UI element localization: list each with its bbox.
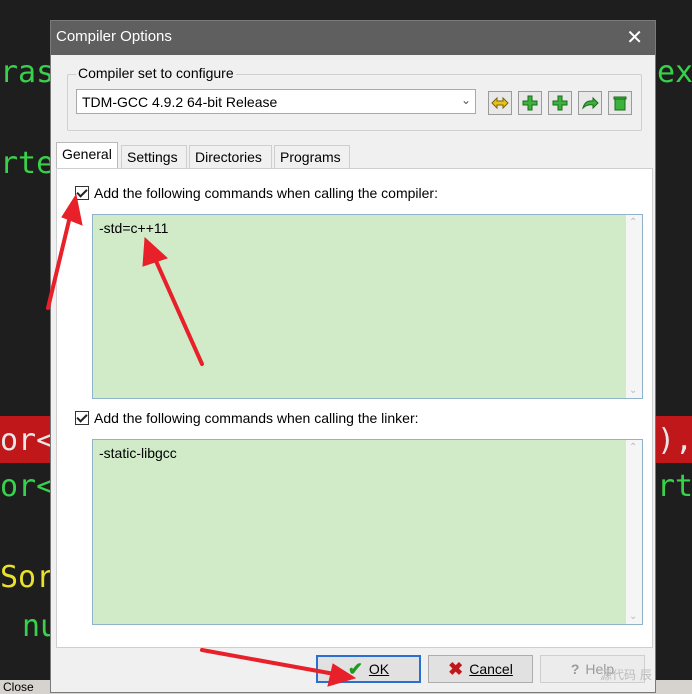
code-fragment: ex (657, 55, 692, 90)
rename-compiler-set-icon[interactable] (488, 91, 512, 115)
linker-cmds-text: -static-libgcc (99, 445, 177, 461)
x-icon: ✖ (448, 658, 464, 679)
add-compiler-set-icon[interactable] (518, 91, 542, 115)
chevron-up-icon[interactable]: ⌃ (629, 442, 637, 453)
cancel-label: Cancel (469, 661, 513, 677)
close-icon[interactable]: ✕ (626, 25, 643, 49)
ok-label: OK (368, 661, 390, 677)
compiler-cmds-checkbox-row[interactable]: Add the following commands when calling … (75, 184, 438, 202)
delete-compiler-set-icon[interactable] (608, 91, 632, 115)
compiler-cmds-textarea[interactable]: -std=c++11 ⌃ ⌄ (92, 214, 643, 399)
help-icon: ? (570, 661, 580, 677)
linker-cmds-textarea[interactable]: -static-libgcc ⌃ ⌄ (92, 439, 643, 625)
code-fragment: or< (0, 469, 55, 504)
redo-compiler-icon[interactable] (578, 91, 602, 115)
compiler-set-value: TDM-GCC 4.9.2 64-bit Release (82, 94, 278, 110)
compiler-cmds-label: Add the following commands when calling … (94, 185, 438, 201)
cancel-button[interactable]: ✖ Cancel (428, 655, 533, 683)
linker-cmds-checkbox[interactable] (75, 411, 89, 425)
compiler-cmds-checkbox[interactable] (75, 186, 89, 200)
code-fragment: Sor (0, 560, 55, 595)
chevron-down-icon[interactable]: ⌄ (629, 611, 637, 622)
ok-button[interactable]: ✔ OK (316, 655, 421, 683)
linker-cmds-label: Add the following commands when calling … (94, 410, 419, 426)
dialog-title: Compiler Options (56, 28, 172, 45)
code-fragment: rte (0, 146, 55, 181)
tab-directories[interactable]: Directories (189, 145, 272, 169)
compiler-set-select[interactable]: TDM-GCC 4.9.2 64-bit Release ⌄ (76, 89, 476, 114)
code-fragment: rt (657, 469, 692, 504)
tab-settings[interactable]: Settings (121, 145, 187, 169)
compiler-cmds-text: -std=c++11 (99, 220, 169, 236)
tab-programs[interactable]: Programs (274, 145, 350, 169)
checkmark-icon: ✔ (347, 658, 363, 679)
compiler-options-dialog: Compiler Options ✕ Compiler set to confi… (50, 20, 656, 693)
chevron-up-icon[interactable]: ⌃ (629, 217, 637, 228)
general-tab-panel: Add the following commands when calling … (56, 168, 653, 648)
code-fragment: ras (0, 55, 55, 90)
watermark: 源代码 辰 (600, 668, 652, 682)
scrollbar[interactable]: ⌃ ⌄ (626, 215, 642, 398)
close-button[interactable]: Close (0, 680, 34, 694)
code-fragment: ), (657, 423, 692, 458)
code-fragment: or< (0, 423, 55, 458)
scrollbar[interactable]: ⌃ ⌄ (626, 440, 642, 624)
tab-general[interactable]: General (56, 142, 118, 170)
linker-cmds-checkbox-row[interactable]: Add the following commands when calling … (75, 409, 419, 427)
title-bar: Compiler Options ✕ (51, 21, 655, 55)
chevron-down-icon[interactable]: ⌄ (629, 385, 637, 396)
add-compiler-folder-icon[interactable] (548, 91, 572, 115)
compiler-set-label: Compiler set to configure (76, 65, 236, 81)
chevron-down-icon: ⌄ (460, 93, 471, 107)
